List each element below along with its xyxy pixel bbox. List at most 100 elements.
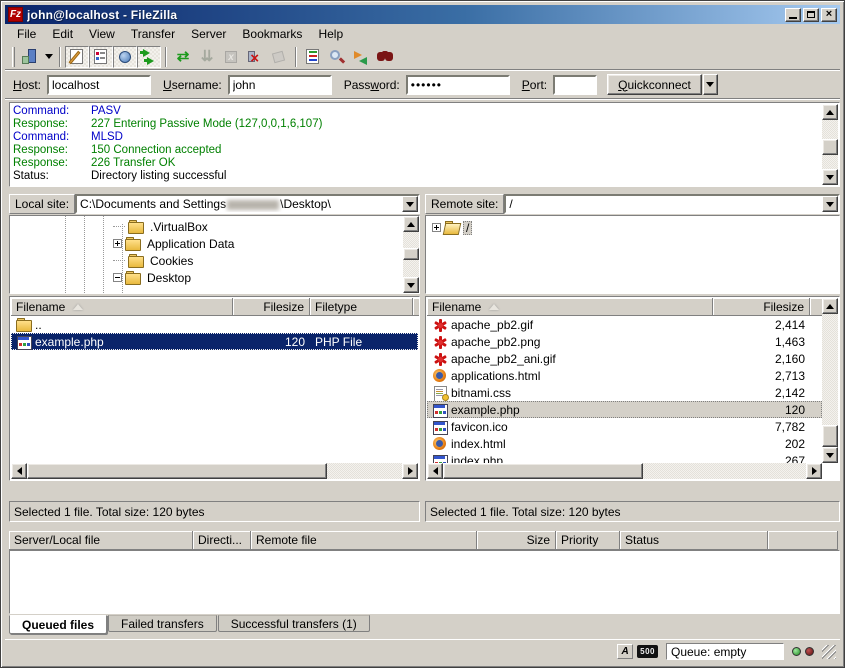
local-tree-scrollbar[interactable]	[403, 216, 419, 293]
menu-item-help[interactable]: Help	[310, 25, 351, 43]
column-header-filename[interactable]: Filename	[427, 298, 713, 316]
file-row[interactable]: favicon.ico7,782	[427, 418, 822, 435]
log-line-type: Response:	[13, 118, 91, 131]
cell-filename: favicon.ico	[427, 418, 713, 435]
compare-icon	[328, 48, 346, 66]
cell-filesize: 120	[713, 401, 810, 418]
file-row[interactable]: applications.html2,713	[427, 367, 822, 384]
file-row[interactable]: apache_pb2.png1,463	[427, 333, 822, 350]
quickconnect-button[interactable]: Quickconnect	[607, 74, 702, 95]
column-header-spacer[interactable]	[768, 531, 838, 550]
remote-list-vscrollbar[interactable]	[822, 298, 838, 463]
local-site-dropdown[interactable]	[402, 196, 418, 212]
site-manager-dropdown[interactable]	[42, 46, 55, 68]
menu-item-edit[interactable]: Edit	[44, 25, 81, 43]
folder-icon	[444, 221, 460, 235]
tree-guide-stub	[113, 260, 125, 261]
column-header-status[interactable]: Status	[620, 531, 768, 550]
log-line-text: 226 Transfer OK	[91, 157, 175, 170]
data-activity-led-green	[792, 647, 801, 656]
column-header-filesize[interactable]: Filesize	[713, 298, 810, 316]
column-header-filename[interactable]: Filename	[11, 298, 233, 316]
remote-site-combo[interactable]: /	[504, 194, 840, 214]
column-header-priority[interactable]: Priority	[556, 531, 620, 550]
quickconnect-dropdown[interactable]	[703, 74, 718, 95]
username-input[interactable]	[228, 75, 332, 95]
refresh-icon: ⇄	[174, 48, 192, 66]
host-input[interactable]	[47, 75, 151, 95]
toggle-queue-button[interactable]	[137, 46, 161, 68]
column-header-remote-file[interactable]: Remote file	[251, 531, 477, 550]
tree-item[interactable]: Desktop	[113, 269, 194, 286]
log-line-type: Status:	[13, 170, 91, 183]
file-row[interactable]: bitnami.css2,142	[427, 384, 822, 401]
cell-modified: 1	[413, 333, 420, 350]
file-row[interactable]: example.php120PHP File1	[11, 333, 418, 350]
file-row[interactable]: apache_pb2_ani.gif2,160	[427, 350, 822, 367]
cell-filename: ..	[11, 316, 233, 333]
remote-list-hscrollbar[interactable]	[427, 463, 822, 479]
column-header-server-local-file[interactable]: Server/Local file	[9, 531, 193, 550]
menu-item-transfer[interactable]: Transfer	[123, 25, 183, 43]
menu-item-view[interactable]: View	[81, 25, 123, 43]
log-scrollbar[interactable]	[822, 104, 838, 185]
tree-item-label[interactable]: /	[463, 221, 472, 235]
file-row[interactable]: ..	[11, 316, 418, 333]
cell-filename: example.php	[427, 401, 713, 418]
tree-item[interactable]: /	[432, 219, 472, 236]
menu-item-server[interactable]: Server	[183, 25, 234, 43]
refresh-button[interactable]: ⇄	[171, 46, 195, 68]
password-input[interactable]	[406, 75, 510, 95]
close-button[interactable]: ×	[821, 8, 837, 22]
file-row[interactable]: apache_pb2.gif2,414	[427, 316, 822, 333]
tree-item-label[interactable]: Application Data	[144, 237, 237, 251]
menu-item-file[interactable]: File	[9, 25, 44, 43]
disconnect-button[interactable]: ×	[243, 46, 267, 68]
expand-icon[interactable]	[113, 239, 122, 248]
column-header-filesize[interactable]: Filesize	[233, 298, 310, 316]
tree-item[interactable]: Cookies	[113, 252, 196, 269]
port-input[interactable]	[553, 75, 597, 95]
tree-item-label[interactable]: .VirtualBox	[147, 220, 211, 234]
column-header-filetype[interactable]: Filetype	[310, 298, 413, 316]
expand-icon[interactable]	[432, 223, 441, 232]
directory-comparison-button[interactable]	[325, 46, 349, 68]
transfer-type-indicator-icon[interactable]: A	[617, 644, 633, 659]
column-header-directi-[interactable]: Directi...	[193, 531, 251, 550]
menu-item-bookmarks[interactable]: Bookmarks	[234, 25, 310, 43]
toolbar: ⇄⇊x×	[5, 44, 840, 70]
maximize-icon	[807, 11, 815, 18]
collapse-icon[interactable]	[113, 273, 122, 282]
toggle-local-tree-button[interactable]	[89, 46, 113, 68]
remote-site-dropdown[interactable]	[822, 196, 838, 212]
site-manager-button[interactable]	[18, 46, 42, 68]
tree-item-label[interactable]: Desktop	[144, 271, 194, 285]
file-row[interactable]: example.php120	[427, 401, 822, 418]
minimize-button[interactable]	[785, 8, 801, 22]
title-bar[interactable]: Fz john@localhost - FileZilla ×	[5, 5, 840, 24]
queue-icon	[140, 48, 158, 66]
tree-item-label[interactable]: Cookies	[147, 254, 196, 268]
synchronized-browsing-button[interactable]	[349, 46, 373, 68]
toggle-remote-tree-button[interactable]	[113, 46, 137, 68]
local-list-hscrollbar[interactable]	[11, 463, 418, 479]
tab-queued-files[interactable]: Queued files	[9, 615, 107, 634]
find-files-button[interactable]	[373, 46, 397, 68]
tab-successful-transfers-1-[interactable]: Successful transfers (1)	[218, 615, 370, 632]
column-header-size[interactable]: Size	[477, 531, 556, 550]
maximize-button[interactable]	[803, 8, 819, 22]
reconnect-icon	[270, 48, 288, 66]
speed-limit-badge[interactable]: 500	[637, 645, 658, 658]
filter-button[interactable]	[301, 46, 325, 68]
resize-grip[interactable]	[822, 645, 836, 659]
toggle-message-log-button[interactable]	[65, 46, 89, 68]
file-row[interactable]: index.html202	[427, 435, 822, 452]
tree-item[interactable]: Application Data	[113, 235, 237, 252]
filezilla-window: Fz john@localhost - FileZilla × FileEdit…	[0, 0, 845, 668]
cell-filesize: 7,782	[713, 418, 810, 435]
column-header-l[interactable]: L	[413, 298, 420, 316]
tree-item[interactable]: .VirtualBox	[113, 218, 211, 235]
cell-filesize: 1,463	[713, 333, 810, 350]
tab-failed-transfers[interactable]: Failed transfers	[108, 615, 217, 632]
local-site-combo[interactable]: C:\Documents and Settings\Desktop\	[75, 194, 420, 214]
